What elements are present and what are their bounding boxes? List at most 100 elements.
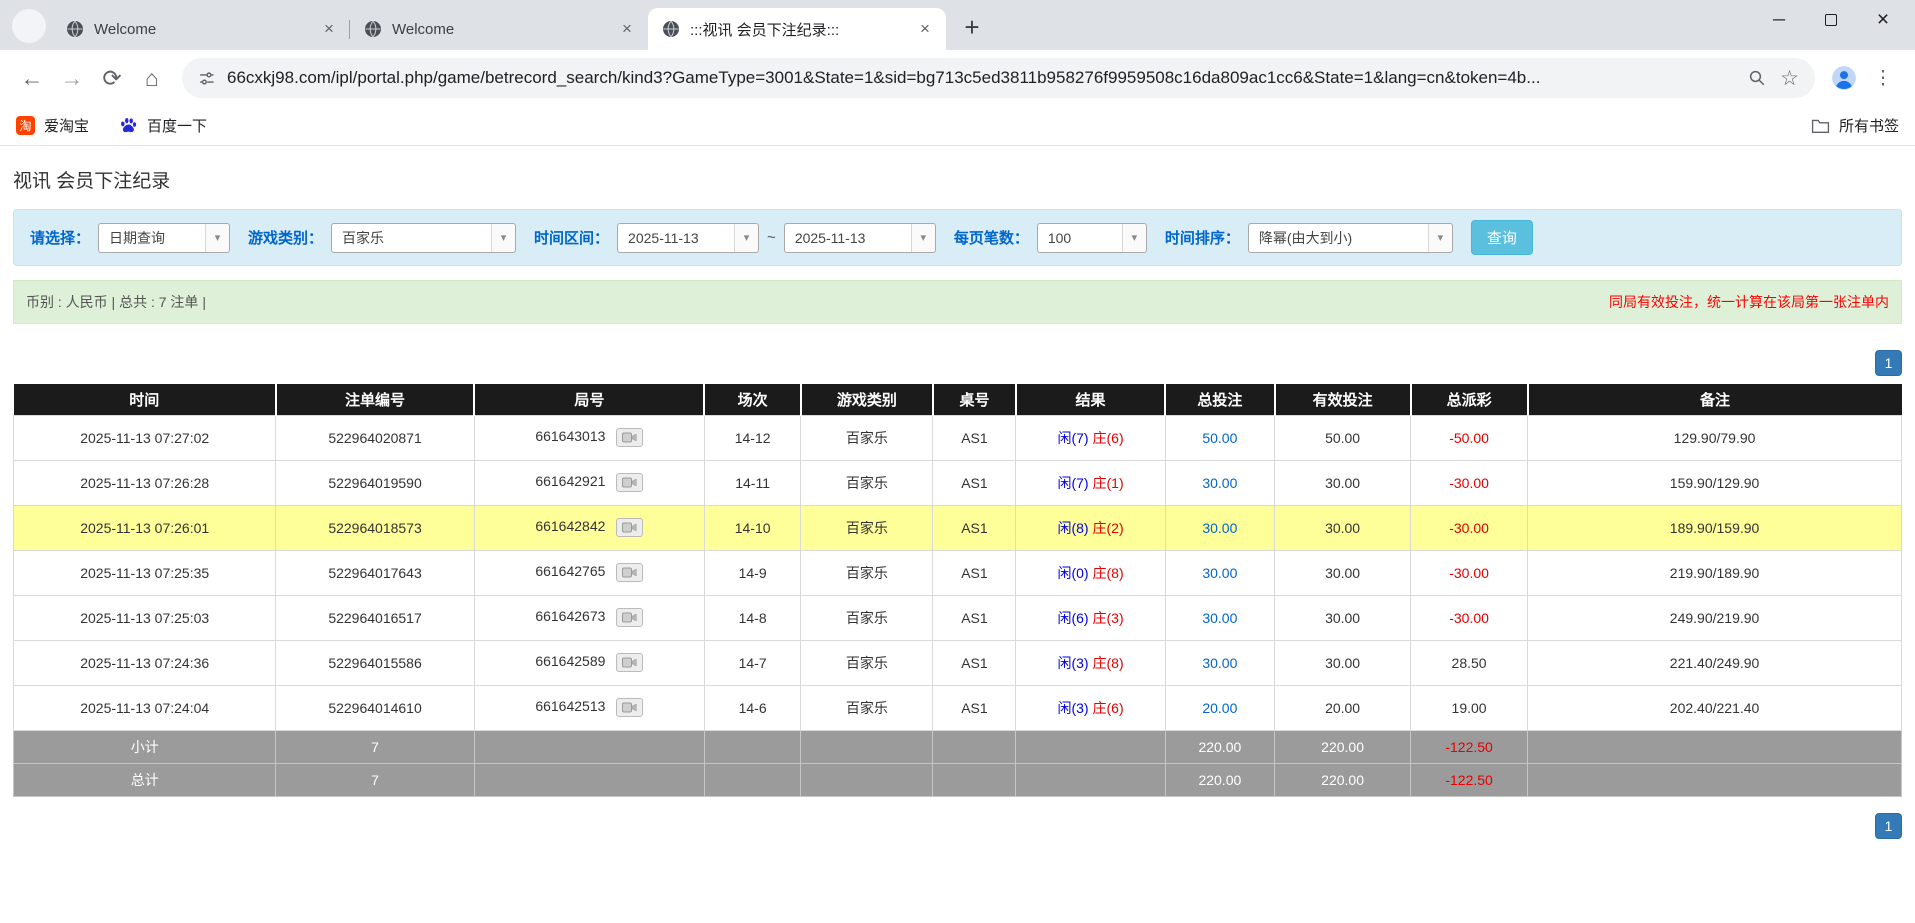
total-bet-cell[interactable]: 30.00 — [1165, 505, 1275, 550]
column-header: 局号 — [474, 384, 704, 415]
table-no-cell: AS1 — [933, 550, 1016, 595]
video-replay-icon[interactable] — [616, 563, 643, 582]
subtotal-row-cell: 220.00 — [1275, 730, 1411, 763]
total-bet-cell[interactable]: 30.00 — [1165, 550, 1275, 595]
chevron-down-icon: ▾ — [491, 224, 515, 252]
address-bar[interactable]: 66cxkj98.com/ipl/portal.php/game/betreco… — [182, 58, 1815, 98]
all-bookmarks-button[interactable]: 所有书签 — [1811, 115, 1899, 136]
tab-close-icon[interactable]: × — [318, 18, 340, 40]
total-bet-cell[interactable]: 50.00 — [1165, 415, 1275, 460]
column-header: 总投注 — [1165, 384, 1275, 415]
search-button[interactable]: 查询 — [1471, 220, 1533, 255]
date-to-select[interactable]: 2025-11-13 ▾ — [784, 223, 936, 253]
total-row-cell — [933, 763, 1016, 796]
chevron-down-icon: ▾ — [205, 224, 229, 252]
window-controls: ─ × — [1753, 0, 1909, 50]
menu-kebab-icon[interactable]: ⋮ — [1863, 58, 1903, 98]
subtotal-row-cell — [1016, 730, 1165, 763]
tab-search-button[interactable] — [12, 9, 46, 43]
table-row: 2025-11-13 07:25:35522964017643661642765… — [14, 550, 1902, 595]
result-player: 闲(3) — [1057, 655, 1088, 671]
video-replay-icon[interactable] — [616, 473, 643, 492]
home-button[interactable]: ⌂ — [132, 58, 172, 98]
filter-bar: 请选择： 日期查询 ▾ 游戏类别： 百家乐 ▾ 时间区间： 2025-11-13… — [13, 209, 1902, 266]
game-type-cell: 百家乐 — [801, 640, 933, 685]
profile-avatar[interactable] — [1831, 65, 1857, 91]
total-row-cell — [474, 763, 704, 796]
video-replay-icon[interactable] — [616, 428, 643, 447]
minimize-button[interactable]: ─ — [1753, 0, 1805, 40]
result-cell: 闲(3) 庄(8) — [1016, 640, 1165, 685]
bet-id-cell: 522964015586 — [276, 640, 474, 685]
new-tab-button[interactable]: + — [954, 9, 990, 45]
result-player: 闲(8) — [1057, 520, 1088, 536]
video-replay-icon[interactable] — [616, 653, 643, 672]
payout-cell: -30.00 — [1411, 550, 1528, 595]
subtotal-row-cell: 7 — [276, 730, 474, 763]
sort-order-select[interactable]: 降幂(由大到小) ▾ — [1248, 223, 1453, 253]
result-banker: 庄(6) — [1093, 700, 1124, 716]
date-range-tilde: ~ — [767, 229, 776, 246]
filter-label-date-range: 时间区间： — [534, 227, 609, 248]
page-title: 视讯 会员下注纪录 — [13, 166, 1902, 193]
tab-title: :::视讯 会员下注纪录::: — [690, 19, 906, 40]
table-row: 2025-11-13 07:27:02522964020871661643013… — [14, 415, 1902, 460]
game-type-select[interactable]: 百家乐 ▾ — [331, 223, 516, 253]
table-row: 2025-11-13 07:26:28522964019590661642921… — [14, 460, 1902, 505]
browser-window: Welcome × Welcome × :::视讯 会员下注纪录::: × + … — [0, 0, 1915, 923]
payout-cell: 28.50 — [1411, 640, 1528, 685]
url-text[interactable]: 66cxkj98.com/ipl/portal.php/game/betreco… — [227, 68, 1736, 88]
result-cell: 闲(0) 庄(8) — [1016, 550, 1165, 595]
pagination-page-1[interactable]: 1 — [1875, 350, 1902, 376]
bookmark-star-icon[interactable]: ☆ — [1780, 66, 1799, 91]
result-banker: 庄(6) — [1093, 430, 1124, 446]
result-cell: 闲(8) 庄(2) — [1016, 505, 1165, 550]
remark-cell: 202.40/221.40 — [1528, 685, 1902, 730]
close-button[interactable]: × — [1857, 0, 1909, 40]
page-size-select[interactable]: 100 ▾ — [1037, 223, 1147, 253]
bookmark-baidu[interactable]: 百度一下 — [119, 115, 207, 136]
query-type-select[interactable]: 日期查询 ▾ — [98, 223, 230, 253]
valid-bet-cell: 20.00 — [1275, 685, 1411, 730]
result-cell: 闲(3) 庄(6) — [1016, 685, 1165, 730]
remark-cell: 189.90/159.90 — [1528, 505, 1902, 550]
total-row-cell: 总计 — [14, 763, 276, 796]
game-type-cell: 百家乐 — [801, 460, 933, 505]
bookmark-taobao[interactable]: 淘 爱淘宝 — [16, 115, 89, 136]
tab-bet-record[interactable]: :::视讯 会员下注纪录::: × — [648, 8, 946, 50]
forward-button[interactable]: → — [52, 58, 92, 98]
date-from-select[interactable]: 2025-11-13 ▾ — [617, 223, 759, 253]
video-replay-icon[interactable] — [616, 698, 643, 717]
refresh-button[interactable]: ⟳ — [92, 58, 132, 98]
pagination-bottom: 1 — [13, 813, 1902, 839]
column-header: 游戏类别 — [801, 384, 933, 415]
total-bet-cell[interactable]: 20.00 — [1165, 685, 1275, 730]
subtotal-row-cell — [1528, 730, 1902, 763]
info-bar: 币别 : 人民币 | 总共 : 7 注单 | 同局有效投注，统一计算在该局第一张… — [13, 280, 1902, 324]
zoom-icon[interactable] — [1748, 69, 1766, 87]
pagination-page-1[interactable]: 1 — [1875, 813, 1902, 839]
tab-welcome-2[interactable]: Welcome × — [350, 8, 648, 50]
round-cell: 661642589 — [474, 640, 704, 685]
total-bet-cell[interactable]: 30.00 — [1165, 595, 1275, 640]
round-cell: 661642765 — [474, 550, 704, 595]
total-bet-cell[interactable]: 30.00 — [1165, 640, 1275, 685]
taobao-icon: 淘 — [16, 116, 35, 135]
back-button[interactable]: ← — [12, 58, 52, 98]
site-info-icon[interactable] — [198, 70, 215, 87]
tab-welcome-1[interactable]: Welcome × — [52, 8, 350, 50]
column-header: 时间 — [14, 384, 276, 415]
video-replay-icon[interactable] — [616, 518, 643, 537]
maximize-button[interactable] — [1805, 0, 1857, 40]
payout-cell: 19.00 — [1411, 685, 1528, 730]
game-type-value: 百家乐 — [342, 228, 483, 248]
page-size-value: 100 — [1048, 230, 1114, 246]
video-replay-icon[interactable] — [616, 608, 643, 627]
date-from-value: 2025-11-13 — [628, 230, 726, 246]
tab-close-icon[interactable]: × — [914, 18, 936, 40]
subtotal-row: 小计7220.00220.00-122.50 — [14, 730, 1902, 763]
remark-cell: 249.90/219.90 — [1528, 595, 1902, 640]
bet-id-cell: 522964014610 — [276, 685, 474, 730]
total-bet-cell[interactable]: 30.00 — [1165, 460, 1275, 505]
tab-close-icon[interactable]: × — [616, 18, 638, 40]
